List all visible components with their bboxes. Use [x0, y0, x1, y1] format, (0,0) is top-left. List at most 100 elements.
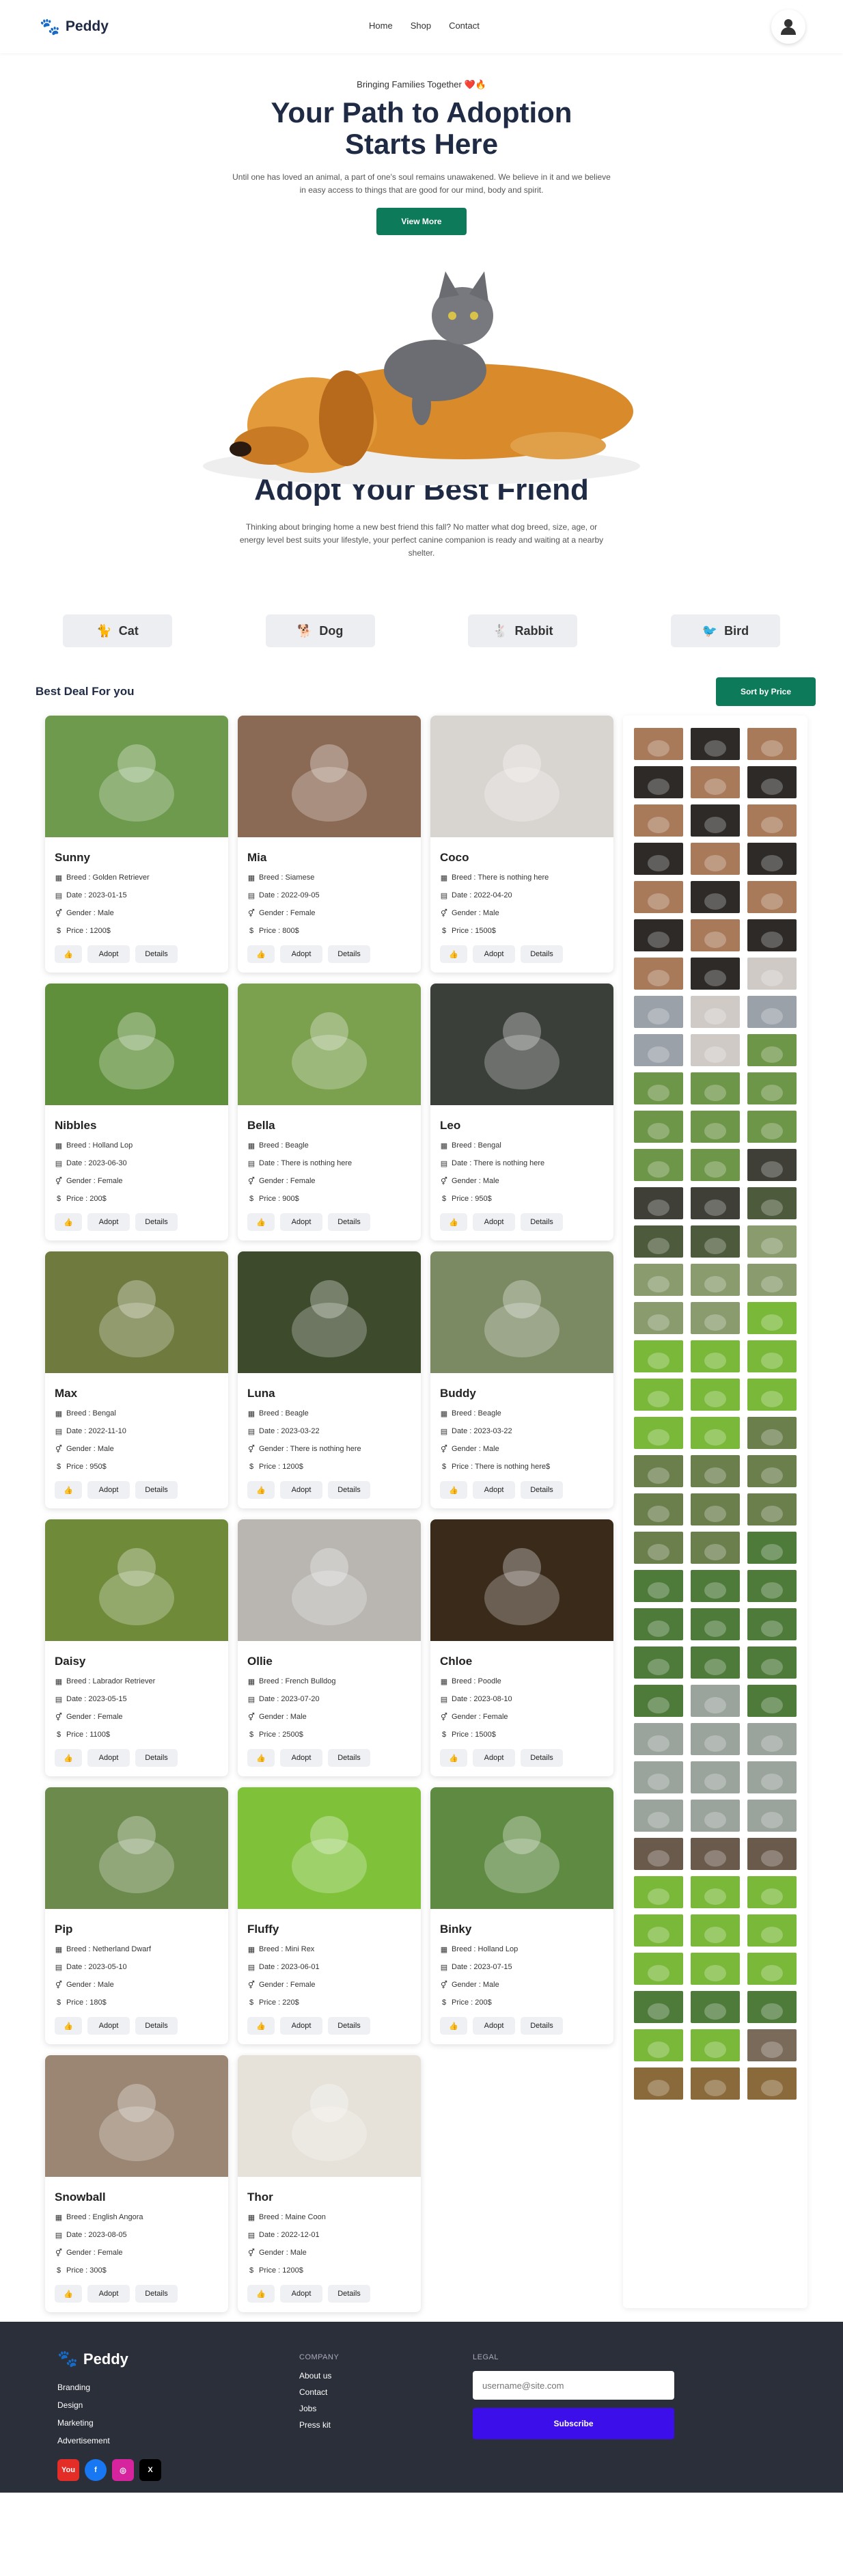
youtube-icon[interactable]: You	[57, 2459, 79, 2481]
liked-pet-thumbnail[interactable]	[747, 1991, 797, 2023]
adopt-button[interactable]: Adopt	[280, 1213, 322, 1231]
liked-pet-thumbnail[interactable]	[634, 1264, 683, 1296]
liked-pet-thumbnail[interactable]	[747, 1685, 797, 1717]
liked-pet-thumbnail[interactable]	[634, 1991, 683, 2023]
details-button[interactable]: Details	[135, 1213, 178, 1231]
adopt-button[interactable]: Adopt	[280, 1749, 322, 1767]
like-button[interactable]: 👍	[440, 1749, 467, 1767]
liked-pet-thumbnail[interactable]	[691, 1455, 740, 1487]
details-button[interactable]: Details	[135, 1749, 178, 1767]
liked-pet-thumbnail[interactable]	[634, 1034, 683, 1066]
like-button[interactable]: 👍	[440, 1481, 467, 1499]
liked-pet-thumbnail[interactable]	[691, 1111, 740, 1143]
liked-pet-thumbnail[interactable]	[747, 1379, 797, 1411]
adopt-button[interactable]: Adopt	[473, 1481, 515, 1499]
liked-pet-thumbnail[interactable]	[634, 1953, 683, 1985]
liked-pet-thumbnail[interactable]	[747, 804, 797, 837]
liked-pet-thumbnail[interactable]	[634, 1225, 683, 1258]
liked-pet-thumbnail[interactable]	[634, 958, 683, 990]
liked-pet-thumbnail[interactable]	[634, 919, 683, 951]
category-dog-button[interactable]: 🐕 Dog	[265, 614, 375, 647]
liked-pet-thumbnail[interactable]	[747, 1034, 797, 1066]
liked-pet-thumbnail[interactable]	[747, 1455, 797, 1487]
footer-link-marketing[interactable]: Marketing	[57, 2414, 843, 2432]
nav-home[interactable]: Home	[369, 21, 393, 31]
liked-pet-thumbnail[interactable]	[747, 996, 797, 1028]
liked-pet-thumbnail[interactable]	[747, 1761, 797, 1793]
liked-pet-thumbnail[interactable]	[634, 1914, 683, 1947]
liked-pet-thumbnail[interactable]	[634, 881, 683, 913]
brand-logo[interactable]: 🐾 Peddy	[40, 17, 109, 37]
sort-by-price-button[interactable]: Sort by Price	[715, 677, 816, 706]
details-button[interactable]: Details	[135, 1481, 178, 1499]
liked-pet-thumbnail[interactable]	[634, 996, 683, 1028]
liked-pet-thumbnail[interactable]	[747, 1111, 797, 1143]
liked-pet-thumbnail[interactable]	[634, 1302, 683, 1334]
liked-pet-thumbnail[interactable]	[747, 919, 797, 951]
adopt-button[interactable]: Adopt	[87, 1749, 130, 1767]
liked-pet-thumbnail[interactable]	[691, 2067, 740, 2100]
like-button[interactable]: 👍	[440, 2017, 467, 2035]
details-button[interactable]: Details	[328, 2017, 370, 2035]
adopt-button[interactable]: Adopt	[473, 2017, 515, 2035]
footer-link-press[interactable]: Press kit	[299, 2420, 339, 2430]
details-button[interactable]: Details	[521, 1749, 563, 1767]
liked-pet-thumbnail[interactable]	[634, 1761, 683, 1793]
like-button[interactable]: 👍	[247, 1749, 275, 1767]
liked-pet-thumbnail[interactable]	[691, 1072, 740, 1104]
liked-pet-thumbnail[interactable]	[634, 1379, 683, 1411]
liked-pet-thumbnail[interactable]	[634, 1493, 683, 1526]
category-bird-button[interactable]: 🐦 Bird	[670, 614, 780, 647]
footer-link-about[interactable]: About us	[299, 2371, 339, 2381]
liked-pet-thumbnail[interactable]	[747, 1914, 797, 1947]
like-button[interactable]: 👍	[247, 2285, 275, 2303]
adopt-button[interactable]: Adopt	[87, 2285, 130, 2303]
details-button[interactable]: Details	[135, 2017, 178, 2035]
liked-pet-thumbnail[interactable]	[747, 1302, 797, 1334]
details-button[interactable]: Details	[521, 2017, 563, 2035]
liked-pet-thumbnail[interactable]	[634, 1149, 683, 1181]
details-button[interactable]: Details	[328, 1481, 370, 1499]
liked-pet-thumbnail[interactable]	[634, 843, 683, 875]
liked-pet-thumbnail[interactable]	[691, 1340, 740, 1372]
liked-pet-thumbnail[interactable]	[691, 843, 740, 875]
liked-pet-thumbnail[interactable]	[691, 1493, 740, 1526]
liked-pet-thumbnail[interactable]	[747, 2067, 797, 2100]
nav-contact[interactable]: Contact	[449, 21, 480, 31]
liked-pet-thumbnail[interactable]	[634, 1072, 683, 1104]
liked-pet-thumbnail[interactable]	[691, 1532, 740, 1564]
like-button[interactable]: 👍	[55, 945, 82, 963]
liked-pet-thumbnail[interactable]	[634, 1685, 683, 1717]
subscribe-button[interactable]: Subscribe	[473, 2408, 674, 2439]
liked-pet-thumbnail[interactable]	[634, 1608, 683, 1640]
liked-pet-thumbnail[interactable]	[634, 1838, 683, 1870]
liked-pet-thumbnail[interactable]	[747, 1264, 797, 1296]
liked-pet-thumbnail[interactable]	[691, 1570, 740, 1602]
liked-pet-thumbnail[interactable]	[634, 1455, 683, 1487]
adopt-button[interactable]: Adopt	[280, 2285, 322, 2303]
liked-pet-thumbnail[interactable]	[634, 1570, 683, 1602]
liked-pet-thumbnail[interactable]	[747, 1493, 797, 1526]
liked-pet-thumbnail[interactable]	[691, 1991, 740, 2023]
adopt-button[interactable]: Adopt	[280, 2017, 322, 2035]
liked-pet-thumbnail[interactable]	[747, 1723, 797, 1755]
adopt-button[interactable]: Adopt	[473, 1749, 515, 1767]
view-more-button[interactable]: View More	[376, 208, 467, 235]
liked-pet-thumbnail[interactable]	[634, 1800, 683, 1832]
liked-pet-thumbnail[interactable]	[691, 1800, 740, 1832]
liked-pet-thumbnail[interactable]	[691, 1876, 740, 1908]
liked-pet-thumbnail[interactable]	[747, 1876, 797, 1908]
liked-pet-thumbnail[interactable]	[634, 1111, 683, 1143]
like-button[interactable]: 👍	[55, 1749, 82, 1767]
footer-link-branding[interactable]: Branding	[57, 2378, 843, 2396]
liked-pet-thumbnail[interactable]	[747, 1149, 797, 1181]
liked-pet-thumbnail[interactable]	[691, 1646, 740, 1679]
footer-link-advertisement[interactable]: Advertisement	[57, 2432, 843, 2450]
liked-pet-thumbnail[interactable]	[634, 1187, 683, 1219]
liked-pet-thumbnail[interactable]	[634, 728, 683, 760]
liked-pet-thumbnail[interactable]	[747, 1340, 797, 1372]
details-button[interactable]: Details	[328, 2285, 370, 2303]
liked-pet-thumbnail[interactable]	[747, 728, 797, 760]
like-button[interactable]: 👍	[55, 1481, 82, 1499]
x-icon[interactable]: X	[139, 2459, 161, 2481]
